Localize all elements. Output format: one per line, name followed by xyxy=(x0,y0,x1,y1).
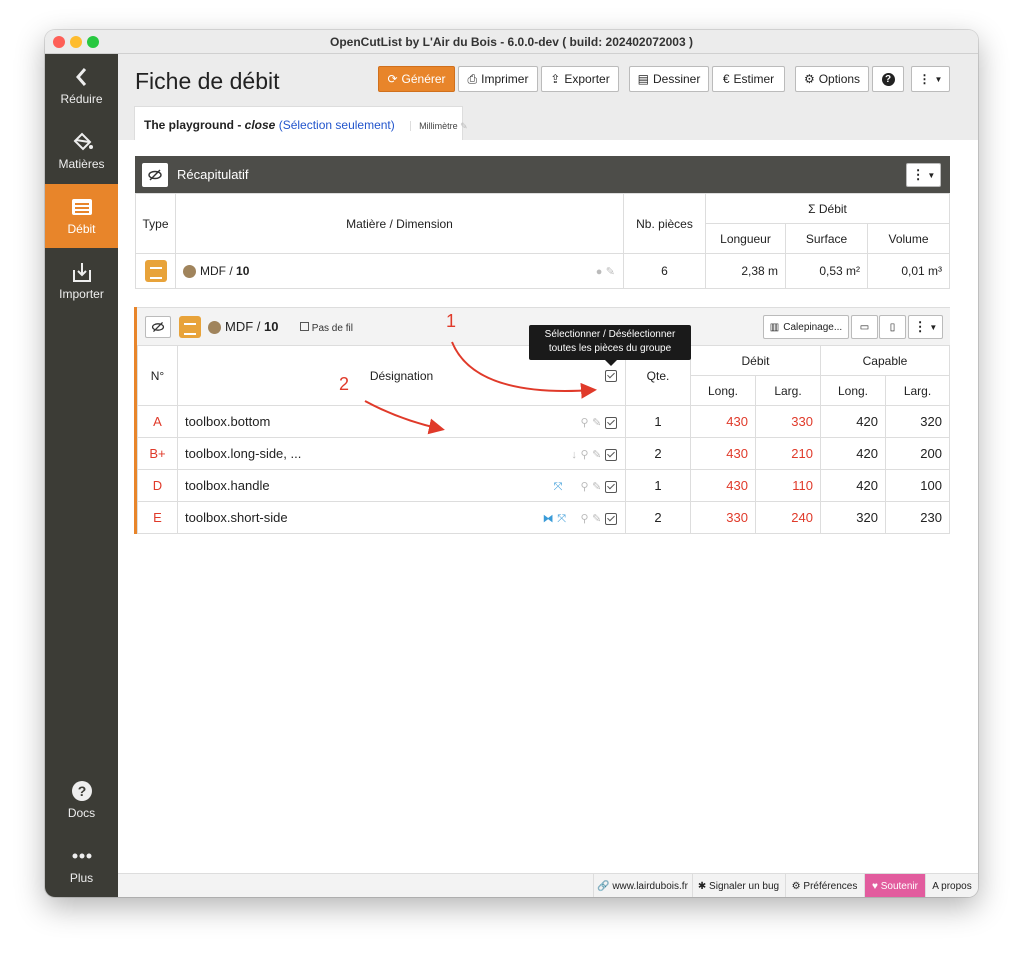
about-label: A propos xyxy=(932,880,972,892)
heart-icon: ♥ xyxy=(872,880,878,892)
footer: 🔗 www.lairdubois.fr ✱ Signaler un bug ⚙ … xyxy=(118,873,978,897)
support-button[interactable]: ♥ Soutenir xyxy=(864,874,925,897)
annotation-arrow-2 xyxy=(364,400,445,435)
preferences-label: Préférences xyxy=(803,880,858,892)
annotation-arrows xyxy=(364,341,597,435)
about-link[interactable]: A propos xyxy=(925,874,978,897)
annotation-arrow-1 xyxy=(451,341,597,399)
website-label: www.lairdubois.fr xyxy=(612,880,688,892)
support-label: Soutenir xyxy=(880,880,918,892)
website-link[interactable]: 🔗 www.lairdubois.fr xyxy=(593,874,691,897)
link-icon: 🔗 xyxy=(597,880,610,892)
bug-icon: ✱ xyxy=(697,880,707,892)
preferences-link[interactable]: ⚙ Préférences xyxy=(785,874,863,897)
bug-label: Signaler un bug xyxy=(709,880,780,892)
app-window: OpenCutList by L'Air du Bois - 6.0.0-dev… xyxy=(45,30,978,897)
gear-icon: ⚙ xyxy=(791,880,801,892)
report-bug-link[interactable]: ✱ Signaler un bug xyxy=(692,874,784,897)
